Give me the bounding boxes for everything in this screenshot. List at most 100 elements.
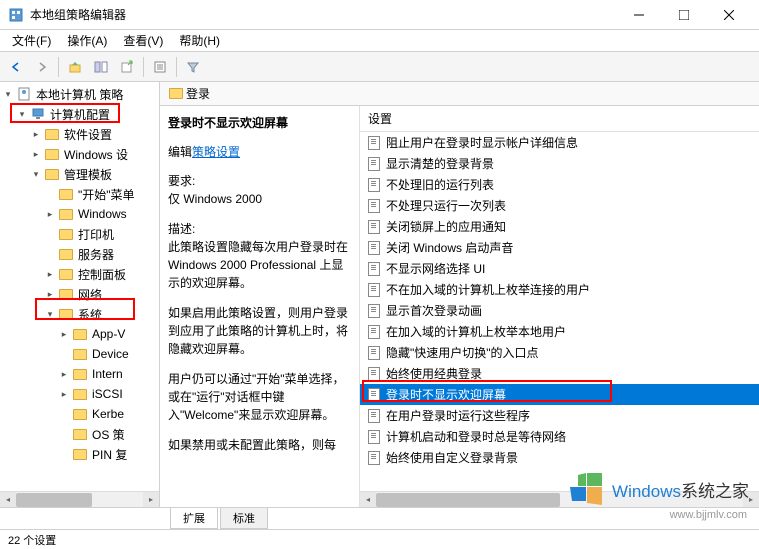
tree-item[interactable]: ▸iSCSI <box>2 384 157 404</box>
tree-item[interactable]: ▸Windows 设 <box>2 144 157 164</box>
tree-item-label: OS 策 <box>90 426 127 443</box>
tree-item[interactable]: ▸Windows <box>2 204 157 224</box>
filter-button[interactable] <box>181 55 205 79</box>
desc-text4: 如果禁用或未配置此策略，则每 <box>168 436 351 454</box>
settings-column-header[interactable]: 设置 <box>360 106 759 132</box>
back-button[interactable] <box>4 55 28 79</box>
tree-item-label: PIN 复 <box>90 446 129 463</box>
scroll-left-button-settings[interactable]: ◂ <box>360 492 376 508</box>
tree-item[interactable]: ▸ 软件设置 <box>2 124 157 144</box>
setting-item-label: 不处理旧的运行列表 <box>386 176 494 193</box>
setting-item[interactable]: 登录时不显示欢迎屏幕 <box>360 384 759 405</box>
setting-item[interactable]: 不处理只运行一次列表 <box>360 195 759 216</box>
tree-item-label: 控制面板 <box>76 266 128 283</box>
export-button[interactable] <box>115 55 139 79</box>
menu-view[interactable]: 查看(V) <box>115 30 171 51</box>
tree-item-label: Kerbe <box>90 407 126 421</box>
up-button[interactable] <box>63 55 87 79</box>
tree-item[interactable]: OS 策 <box>2 424 157 444</box>
setting-item[interactable]: 计算机启动和登录时总是等待网络 <box>360 426 759 447</box>
chevron-none <box>44 188 56 200</box>
policy-doc-icon <box>366 177 382 193</box>
folder-icon <box>44 146 60 162</box>
tab-standard[interactable]: 标准 <box>220 508 268 529</box>
tree-item[interactable]: "开始"菜单 <box>2 184 157 204</box>
tree-item[interactable]: 服务器 <box>2 244 157 264</box>
setting-item[interactable]: 阻止用户在登录时显示帐户详细信息 <box>360 132 759 153</box>
show-hide-tree-button[interactable] <box>89 55 113 79</box>
close-button[interactable] <box>706 1 751 29</box>
chevron-right-icon[interactable]: ▸ <box>30 128 42 140</box>
chevron-down-icon[interactable]: ▾ <box>2 88 14 100</box>
tree-item[interactable]: ▾计算机配置 <box>2 104 157 124</box>
chevron-right-icon[interactable]: ▸ <box>44 208 56 220</box>
chevron-down-icon[interactable]: ▾ <box>44 308 56 320</box>
setting-item-label: 在加入域的计算机上枚举本地用户 <box>386 323 566 340</box>
setting-item[interactable]: 关闭锁屏上的应用通知 <box>360 216 759 237</box>
policy-doc-icon <box>366 408 382 424</box>
settings-panel[interactable]: 设置 阻止用户在登录时显示帐户详细信息显示清楚的登录背景不处理旧的运行列表不处理… <box>360 106 759 507</box>
tree-item[interactable]: ▾管理模板 <box>2 164 157 184</box>
setting-item-label: 关闭 Windows 启动声音 <box>386 239 513 256</box>
minimize-button[interactable] <box>616 1 661 29</box>
tree-item-label: "开始"菜单 <box>76 186 137 203</box>
policy-doc-icon <box>366 156 382 172</box>
tree-item[interactable]: ▸网络 <box>2 284 157 304</box>
chevron-right-icon[interactable]: ▸ <box>58 328 70 340</box>
chevron-right-icon[interactable]: ▸ <box>30 148 42 160</box>
policy-icon <box>16 86 32 102</box>
chevron-right-icon[interactable]: ▸ <box>44 288 56 300</box>
chevron-down-icon[interactable]: ▾ <box>30 168 42 180</box>
menu-file[interactable]: 文件(F) <box>4 30 59 51</box>
tree-item[interactable]: ▾系统 <box>2 304 157 324</box>
setting-item[interactable]: 始终使用经典登录 <box>360 363 759 384</box>
scroll-right-button[interactable]: ▸ <box>143 492 159 508</box>
tree-root[interactable]: ▾ 本地计算机 策略 <box>2 84 157 104</box>
scroll-left-button[interactable]: ◂ <box>0 492 16 508</box>
scroll-right-button-settings[interactable]: ▸ <box>743 492 759 508</box>
setting-item[interactable]: 在用户登录时运行这些程序 <box>360 405 759 426</box>
setting-item[interactable]: 显示首次登录动画 <box>360 300 759 321</box>
tree-item[interactable]: ▸ 控制面板 <box>2 264 157 284</box>
setting-item[interactable]: 关闭 Windows 启动声音 <box>360 237 759 258</box>
setting-item-label: 不处理只运行一次列表 <box>386 197 506 214</box>
chevron-right-icon[interactable]: ▸ <box>58 368 70 380</box>
tree-item[interactable]: PIN 复 <box>2 444 157 464</box>
desc-text1: 此策略设置隐藏每次用户登录时在 Windows 2000 Professiona… <box>168 238 351 292</box>
chevron-right-icon[interactable]: ▸ <box>44 268 56 280</box>
setting-item-label: 阻止用户在登录时显示帐户详细信息 <box>386 134 578 151</box>
setting-item[interactable]: 隐藏"快速用户切换"的入口点 <box>360 342 759 363</box>
tree-item[interactable]: ▸App-V <box>2 324 157 344</box>
setting-item[interactable]: 始终使用自定义登录背景 <box>360 447 759 468</box>
setting-item-label: 显示清楚的登录背景 <box>386 155 494 172</box>
computer-icon <box>30 106 46 122</box>
setting-item-label: 计算机启动和登录时总是等待网络 <box>386 428 566 445</box>
tab-extended[interactable]: 扩展 <box>170 508 218 529</box>
tree-item-label: 软件设置 <box>62 126 114 143</box>
policy-doc-icon <box>366 135 382 151</box>
setting-item[interactable]: 在加入域的计算机上枚举本地用户 <box>360 321 759 342</box>
tree-panel[interactable]: ▾ 本地计算机 策略 ▾计算机配置 ▸ 软件设置▸Windows 设▾管理模板 "开始… <box>0 82 160 507</box>
maximize-button[interactable] <box>661 1 706 29</box>
chevron-right-icon[interactable]: ▸ <box>58 388 70 400</box>
setting-item[interactable]: 不在加入域的计算机上枚举连接的用户 <box>360 279 759 300</box>
setting-item[interactable]: 显示清楚的登录背景 <box>360 153 759 174</box>
tree-item[interactable]: ▸Intern <box>2 364 157 384</box>
properties-button[interactable] <box>148 55 172 79</box>
folder-icon <box>44 126 60 142</box>
menu-action[interactable]: 操作(A) <box>59 30 115 51</box>
edit-label: 编辑 <box>168 145 192 159</box>
forward-button[interactable] <box>30 55 54 79</box>
menu-help[interactable]: 帮助(H) <box>171 30 228 51</box>
folder-icon <box>72 386 88 402</box>
tree-item[interactable]: Device <box>2 344 157 364</box>
edit-policy-link[interactable]: 策略设置 <box>192 145 240 159</box>
folder-icon <box>72 426 88 442</box>
tree-item[interactable]: 打印机 <box>2 224 157 244</box>
folder-icon <box>58 286 74 302</box>
setting-item[interactable]: 不处理旧的运行列表 <box>360 174 759 195</box>
chevron-down-icon[interactable]: ▾ <box>16 108 28 120</box>
setting-item[interactable]: 不显示网络选择 UI <box>360 258 759 279</box>
tree-item[interactable]: Kerbe <box>2 404 157 424</box>
folder-icon <box>72 406 88 422</box>
